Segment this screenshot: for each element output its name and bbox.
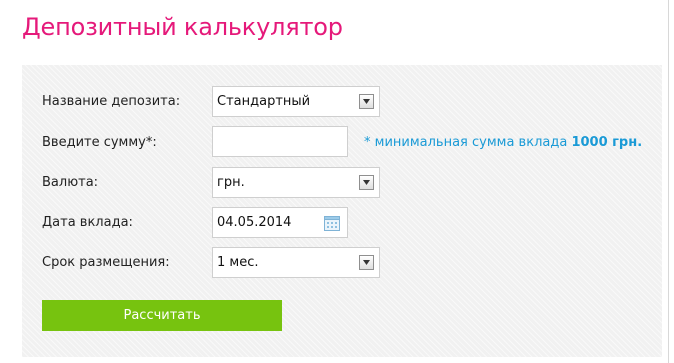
deposit-date-value: 04.05.2014 <box>217 215 292 230</box>
currency-label: Валюта: <box>42 175 99 190</box>
amount-input[interactable] <box>212 126 348 157</box>
deposit-calculator-form: Название депозита: Стандартный Введите с… <box>22 65 662 357</box>
page-title: Депозитный калькулятор <box>22 13 343 41</box>
deposit-name-select[interactable]: Стандартный <box>212 86 380 117</box>
deposit-date-label: Дата вклада: <box>42 215 133 230</box>
calendar-icon[interactable] <box>324 215 340 235</box>
hint-amount: 1000 грн. <box>571 135 643 150</box>
deposit-name-value: Стандартный <box>217 94 311 109</box>
deposit-date-input[interactable]: 04.05.2014 <box>212 207 348 238</box>
minimum-amount-hint: * минимальная сумма вклада 1000 грн. <box>364 135 642 150</box>
chevron-down-icon[interactable] <box>359 175 374 190</box>
chevron-down-icon[interactable] <box>359 94 374 109</box>
hint-text: * минимальная сумма вклада <box>364 135 568 150</box>
term-label: Срок размещения: <box>42 255 170 270</box>
currency-select[interactable]: грн. <box>212 167 380 198</box>
term-value: 1 мес. <box>217 255 259 270</box>
calculate-button[interactable]: Рассчитать <box>42 300 282 331</box>
chevron-down-icon[interactable] <box>359 255 374 270</box>
term-select[interactable]: 1 мес. <box>212 247 380 278</box>
amount-label: Введите сумму*: <box>42 135 157 150</box>
page-edge-divider <box>668 0 669 363</box>
deposit-name-label: Название депозита: <box>42 94 181 109</box>
currency-value: грн. <box>217 175 245 190</box>
